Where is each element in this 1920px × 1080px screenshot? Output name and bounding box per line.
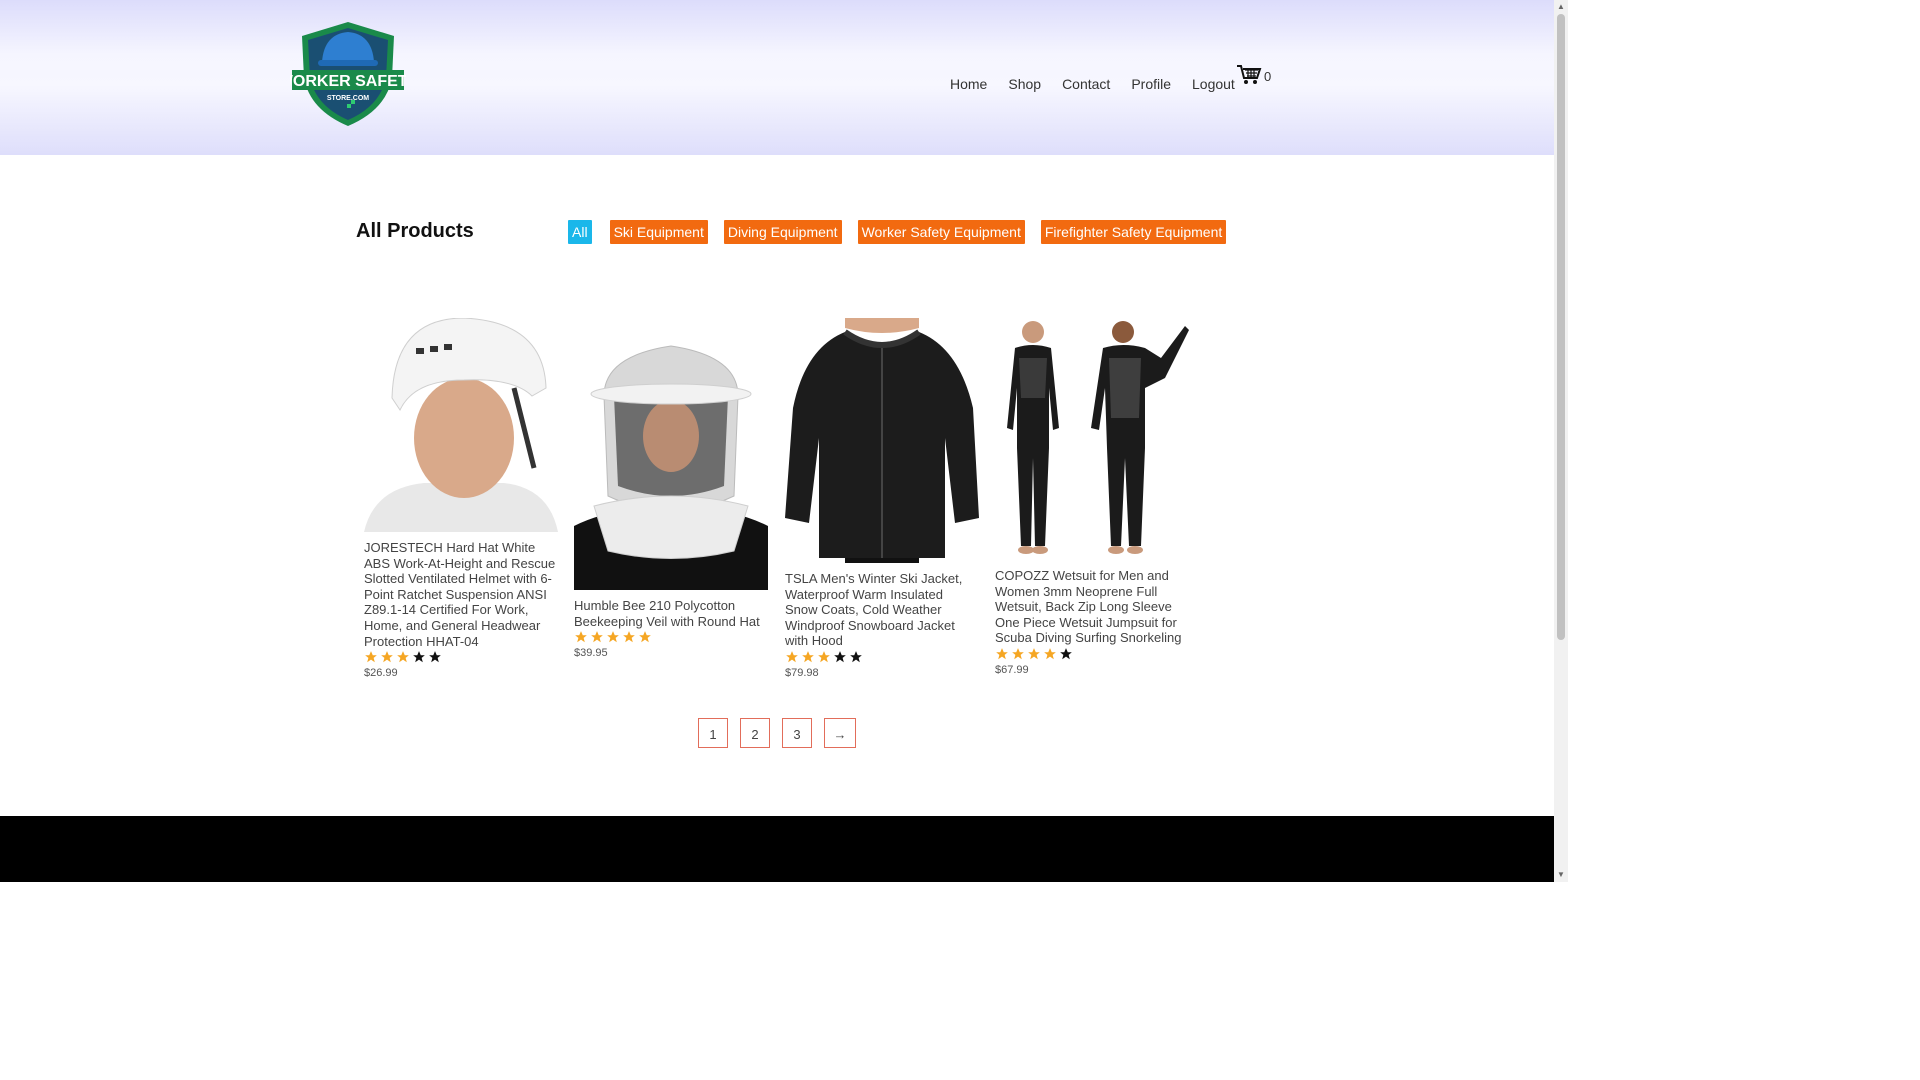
star-filled-icon — [381, 651, 393, 663]
page-2-button[interactable]: 2 — [740, 718, 770, 748]
star-filled-icon — [1028, 648, 1040, 660]
product-name[interactable]: Humble Bee 210 Polycotton Beekeeping Vei… — [574, 598, 768, 629]
product-rating — [364, 650, 558, 665]
page-scrollbar[interactable]: ▲ ▼ — [1554, 0, 1568, 882]
star-empty-icon — [834, 651, 846, 663]
brand-domain-text: STORE.COM — [327, 95, 369, 102]
scroll-down-icon[interactable]: ▼ — [1554, 868, 1568, 882]
filter-firefighter-safety-equipment[interactable]: Firefighter Safety Equipment — [1040, 220, 1227, 244]
star-filled-icon — [1044, 648, 1056, 660]
star-filled-icon — [591, 631, 603, 643]
product-name[interactable]: TSLA Men's Winter Ski Jacket, Waterproof… — [785, 571, 979, 649]
scroll-up-icon[interactable]: ▲ — [1554, 0, 1568, 14]
scrollbar-thumb[interactable] — [1557, 14, 1565, 640]
pagination: 1 2 3 → — [698, 718, 868, 748]
product-card[interactable]: TSLA Men's Winter Ski Jacket, Waterproof… — [785, 318, 979, 679]
product-name[interactable]: COPOZZ Wetsuit for Men and Women 3mm Neo… — [995, 568, 1189, 646]
product-card[interactable]: JORESTECH Hard Hat White ABS Work-At-Hei… — [364, 317, 558, 680]
site-footer — [0, 816, 1554, 882]
star-empty-icon — [1060, 648, 1072, 660]
star-empty-icon — [413, 651, 425, 663]
product-rating — [995, 647, 1189, 662]
brand-name-text: WORKER SAFETY — [290, 73, 406, 90]
star-filled-icon — [575, 631, 587, 643]
category-filters: All Ski Equipment Diving Equipment Worke… — [568, 220, 1242, 244]
product-image-ski-jacket[interactable] — [785, 318, 979, 563]
product-image-hard-hat[interactable] — [364, 317, 558, 532]
product-price: $39.95 — [574, 647, 608, 660]
product-image-wetsuit[interactable] — [995, 318, 1189, 560]
star-filled-icon — [1012, 648, 1024, 660]
cart-count: 0 — [1264, 69, 1272, 84]
product-price: $67.99 — [995, 663, 1029, 676]
product-card[interactable]: COPOZZ Wetsuit for Men and Women 3mm Neo… — [995, 318, 1189, 676]
product-name[interactable]: JORESTECH Hard Hat White ABS Work-At-Hei… — [364, 540, 558, 649]
filter-worker-safety-equipment[interactable]: Worker Safety Equipment — [857, 220, 1025, 244]
nav-logout[interactable]: Logout — [1192, 76, 1235, 92]
page-1-button[interactable]: 1 — [698, 718, 728, 748]
star-filled-icon — [365, 651, 377, 663]
star-filled-icon — [996, 648, 1008, 660]
next-page-button[interactable]: → — [824, 718, 856, 748]
product-rating — [785, 650, 979, 665]
brand-logo[interactable]: WORKER SAFETY STORE.COM — [278, 18, 419, 128]
cart-button[interactable]: 0 — [1236, 64, 1271, 86]
nav-home[interactable]: Home — [950, 76, 987, 92]
main-nav: Home Shop Contact Profile Logout — [950, 76, 1256, 92]
product-price: $26.99 — [364, 667, 398, 680]
page-3-button[interactable]: 3 — [782, 718, 812, 748]
filter-ski-equipment[interactable]: Ski Equipment — [609, 220, 708, 244]
site-header: WORKER SAFETY STORE.COM Home Shop Contac… — [0, 0, 1554, 155]
star-empty-icon — [850, 651, 862, 663]
filter-all[interactable]: All — [568, 220, 592, 244]
star-filled-icon — [623, 631, 635, 643]
star-filled-icon — [607, 631, 619, 643]
filter-diving-equipment[interactable]: Diving Equipment — [723, 220, 842, 244]
nav-profile[interactable]: Profile — [1131, 76, 1171, 92]
cart-icon — [1237, 65, 1262, 84]
star-filled-icon — [818, 651, 830, 663]
star-filled-icon — [397, 651, 409, 663]
nav-contact[interactable]: Contact — [1062, 76, 1110, 92]
star-filled-icon — [786, 651, 798, 663]
nav-shop[interactable]: Shop — [1008, 76, 1041, 92]
page-title: All Products — [356, 220, 474, 242]
product-rating — [574, 630, 768, 645]
star-empty-icon — [429, 651, 441, 663]
star-filled-icon — [802, 651, 814, 663]
product-image-beekeeping-veil[interactable] — [574, 336, 768, 590]
product-price: $79.98 — [785, 666, 819, 679]
product-card[interactable]: Humble Bee 210 Polycotton Beekeeping Vei… — [574, 336, 768, 659]
star-filled-icon — [639, 631, 651, 643]
